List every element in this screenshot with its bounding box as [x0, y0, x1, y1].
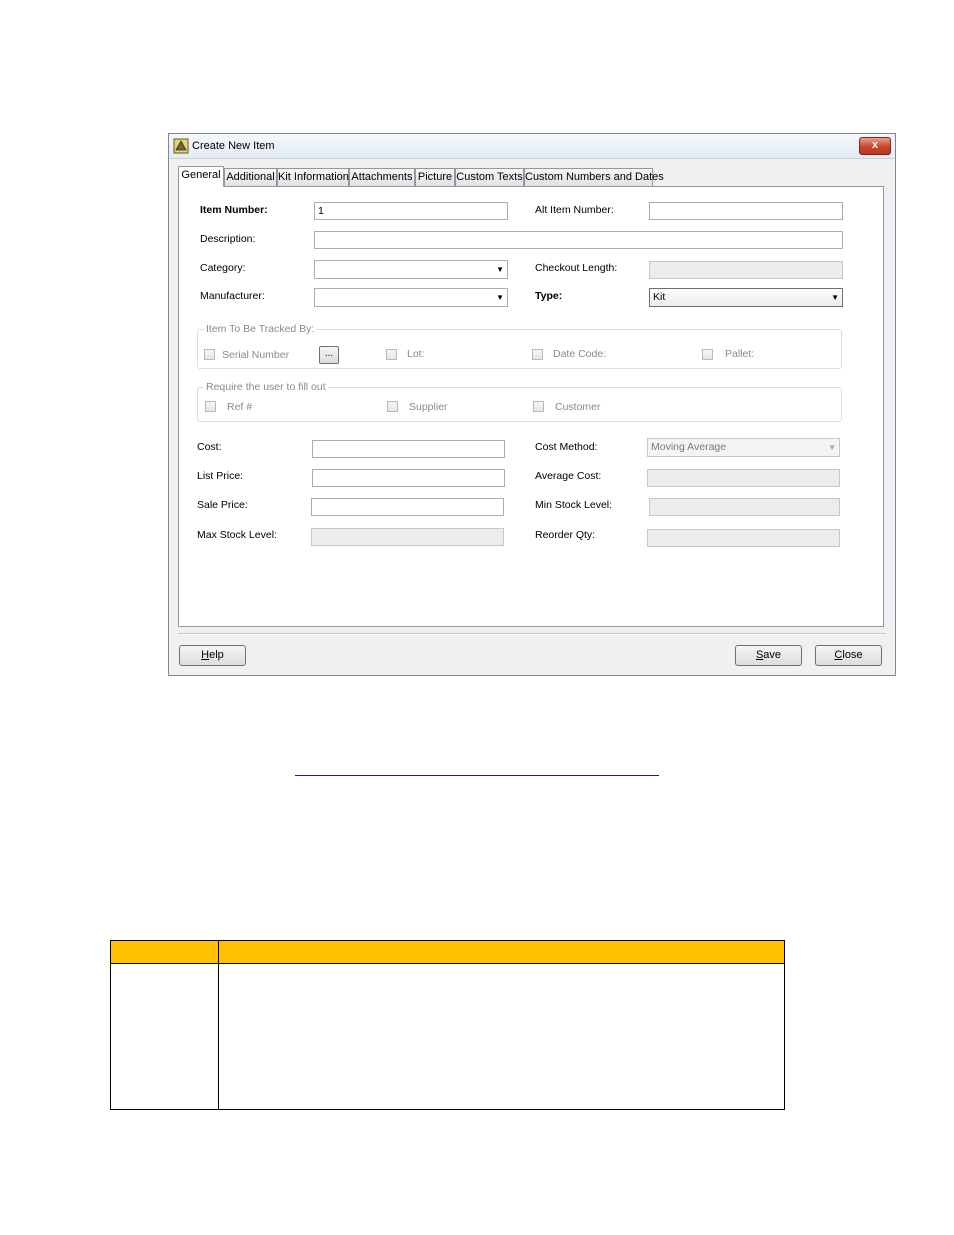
description-label: Description: — [200, 233, 256, 245]
require-user-group-title: Require the user to fill out — [204, 381, 328, 393]
description-input[interactable] — [314, 231, 843, 249]
reorder-qty-label: Reorder Qty: — [535, 529, 596, 541]
tracked-by-group: Item To Be Tracked By: Serial Number ...… — [197, 323, 842, 369]
list-price-label: List Price: — [197, 470, 244, 482]
document-table — [110, 940, 785, 1110]
close-button[interactable]: Close — [815, 645, 882, 666]
cost-label: Cost: — [197, 441, 222, 453]
sale-price-input[interactable] — [311, 498, 504, 516]
ref-checkbox — [205, 401, 216, 412]
chevron-down-icon: ▼ — [496, 293, 504, 302]
type-value: Kit — [653, 291, 666, 303]
pallet-checkbox — [702, 349, 713, 360]
lot-checkbox — [386, 349, 397, 360]
close-label: lose — [842, 649, 863, 661]
item-number-input[interactable]: 1 — [314, 202, 508, 220]
checkout-length-input — [649, 261, 843, 279]
general-tab-panel: Item Number: 1 Alt Item Number: Descript… — [178, 186, 884, 627]
ref-label: Ref # — [227, 401, 253, 413]
table-column-divider — [218, 941, 219, 1109]
cost-method-label: Cost Method: — [535, 441, 598, 453]
cost-input[interactable] — [312, 440, 505, 458]
manufacturer-select[interactable]: ▼ — [314, 288, 508, 307]
min-stock-level-input — [649, 498, 840, 516]
lot-label: Lot: — [407, 348, 425, 360]
date-code-label: Date Code: — [553, 348, 607, 360]
require-user-group: Require the user to fill out Ref # Suppl… — [197, 381, 842, 422]
max-stock-level-label: Max Stock Level: — [197, 529, 277, 541]
chevron-down-icon: ▼ — [828, 443, 836, 452]
item-number-label: Item Number: — [200, 204, 268, 216]
type-select[interactable]: Kit ▼ — [649, 288, 843, 307]
create-new-item-dialog: Create New Item x General Additional Kit… — [168, 133, 896, 676]
document-link-underline[interactable] — [295, 775, 659, 776]
tab-additional[interactable]: Additional — [224, 168, 277, 186]
list-price-input[interactable] — [312, 469, 505, 487]
tab-custom-numbers-and-dates[interactable]: Custom Numbers and Dates — [524, 168, 664, 186]
serial-number-browse-button[interactable]: ... — [319, 346, 339, 364]
average-cost-label: Average Cost: — [535, 470, 602, 482]
customer-label: Customer — [555, 401, 601, 413]
tab-picture[interactable]: Picture — [415, 168, 455, 186]
tab-custom-texts[interactable]: Custom Texts — [455, 168, 524, 186]
chevron-down-icon: ▼ — [831, 293, 839, 302]
max-stock-level-input — [311, 528, 504, 546]
title-bar[interactable]: Create New Item x — [169, 134, 895, 159]
tab-kit-information[interactable]: Kit Information — [277, 168, 349, 186]
manufacturer-label: Manufacturer: — [200, 290, 265, 302]
tab-attachments[interactable]: Attachments — [349, 168, 415, 186]
category-label: Category: — [200, 262, 246, 274]
save-button[interactable]: Save — [735, 645, 802, 666]
reorder-qty-input — [647, 529, 840, 547]
supplier-checkbox — [387, 401, 398, 412]
cost-method-select: Moving Average ▼ — [647, 438, 840, 457]
close-window-button[interactable]: x — [859, 137, 891, 155]
close-icon: x — [871, 139, 879, 151]
app-icon — [173, 138, 189, 154]
cost-method-value: Moving Average — [651, 441, 727, 453]
save-label: ave — [763, 649, 782, 661]
category-select[interactable]: ▼ — [314, 260, 508, 279]
help-button[interactable]: Help — [179, 645, 246, 666]
pallet-label: Pallet: — [725, 348, 755, 360]
alt-item-number-label: Alt Item Number: — [535, 204, 614, 216]
serial-number-label: Serial Number — [222, 349, 290, 361]
chevron-down-icon: ▼ — [496, 265, 504, 274]
type-label: Type: — [535, 290, 563, 302]
date-code-checkbox — [532, 349, 543, 360]
customer-checkbox — [533, 401, 544, 412]
help-hotkey: H — [201, 649, 210, 661]
min-stock-level-label: Min Stock Level: — [535, 499, 613, 511]
help-label: elp — [209, 649, 224, 661]
window-title: Create New Item — [192, 140, 275, 152]
tracked-by-group-title: Item To Be Tracked By: — [204, 323, 317, 335]
tab-general[interactable]: General — [178, 166, 224, 187]
checkout-length-label: Checkout Length: — [535, 262, 618, 274]
average-cost-input — [647, 469, 840, 487]
serial-number-checkbox — [204, 349, 215, 360]
sale-price-label: Sale Price: — [197, 499, 248, 511]
footer-separator — [178, 633, 886, 635]
table-header-row — [111, 941, 784, 964]
alt-item-number-input[interactable] — [649, 202, 843, 220]
supplier-label: Supplier — [409, 401, 448, 413]
